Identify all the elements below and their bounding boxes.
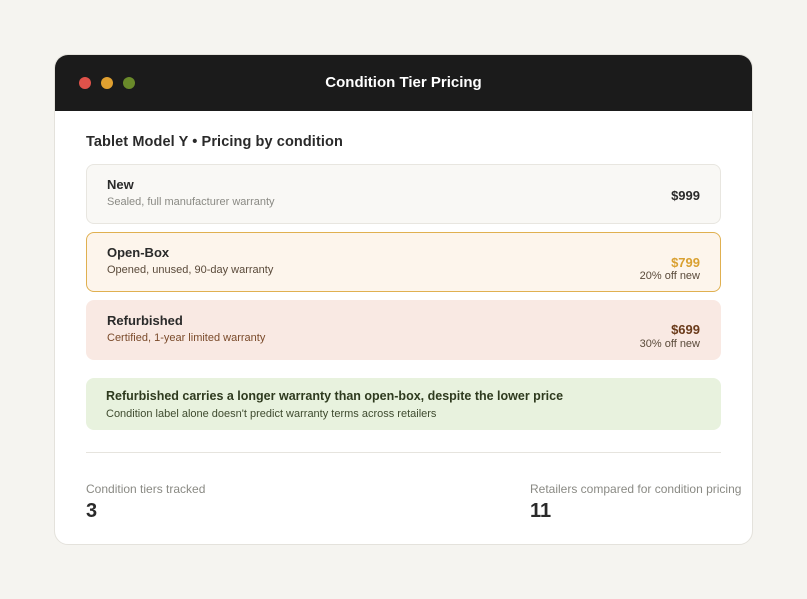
tier-card-new[interactable]: New Sealed, full manufacturer warranty $… (86, 164, 721, 224)
tier-card-refurbished[interactable]: Refurbished Certified, 1-year limited wa… (86, 300, 721, 360)
stat-value: 3 (86, 500, 98, 522)
tier-description: Sealed, full manufacturer warranty (107, 196, 275, 208)
tier-description: Certified, 1-year limited warranty (107, 332, 266, 344)
tier-name: Refurbished (107, 313, 183, 328)
stat-retailers-compared: Retailers compared for condition pricing… (530, 482, 741, 523)
tier-price: $999 (671, 188, 700, 203)
insight-callout: Refurbished carries a longer warranty th… (86, 378, 721, 430)
title-bar: Condition Tier Pricing (55, 55, 752, 111)
app-window: Condition Tier Pricing Tablet Model Y • … (54, 54, 753, 545)
tier-list: New Sealed, full manufacturer warranty $… (86, 164, 721, 360)
tier-price: $699 (671, 322, 700, 337)
window-title: Condition Tier Pricing (325, 74, 482, 91)
tier-discount: 30% off new (639, 338, 700, 350)
stat-label: Condition tiers tracked (86, 482, 206, 496)
callout-title: Refurbished carries a longer warranty th… (106, 389, 564, 403)
stats-row: Condition tiers tracked 3 Retailers comp… (86, 453, 741, 533)
tier-name: Open-Box (107, 245, 170, 260)
page-heading: Tablet Model Y • Pricing by condition (86, 134, 343, 150)
stat-label: Retailers compared for condition pricing (530, 482, 742, 496)
stat-condition-tiers: Condition tiers tracked 3 (86, 482, 205, 523)
tier-description: Opened, unused, 90-day warranty (107, 264, 274, 276)
tier-name: New (107, 177, 134, 192)
callout-subtitle: Condition label alone doesn't predict wa… (106, 408, 437, 420)
stat-value: 11 (530, 500, 552, 522)
tier-price: $799 (671, 255, 700, 270)
tier-card-open-box[interactable]: Open-Box Opened, unused, 90-day warranty… (86, 232, 721, 292)
main-content: Tablet Model Y • Pricing by condition Ne… (55, 134, 752, 533)
tier-discount: 20% off new (639, 270, 700, 282)
